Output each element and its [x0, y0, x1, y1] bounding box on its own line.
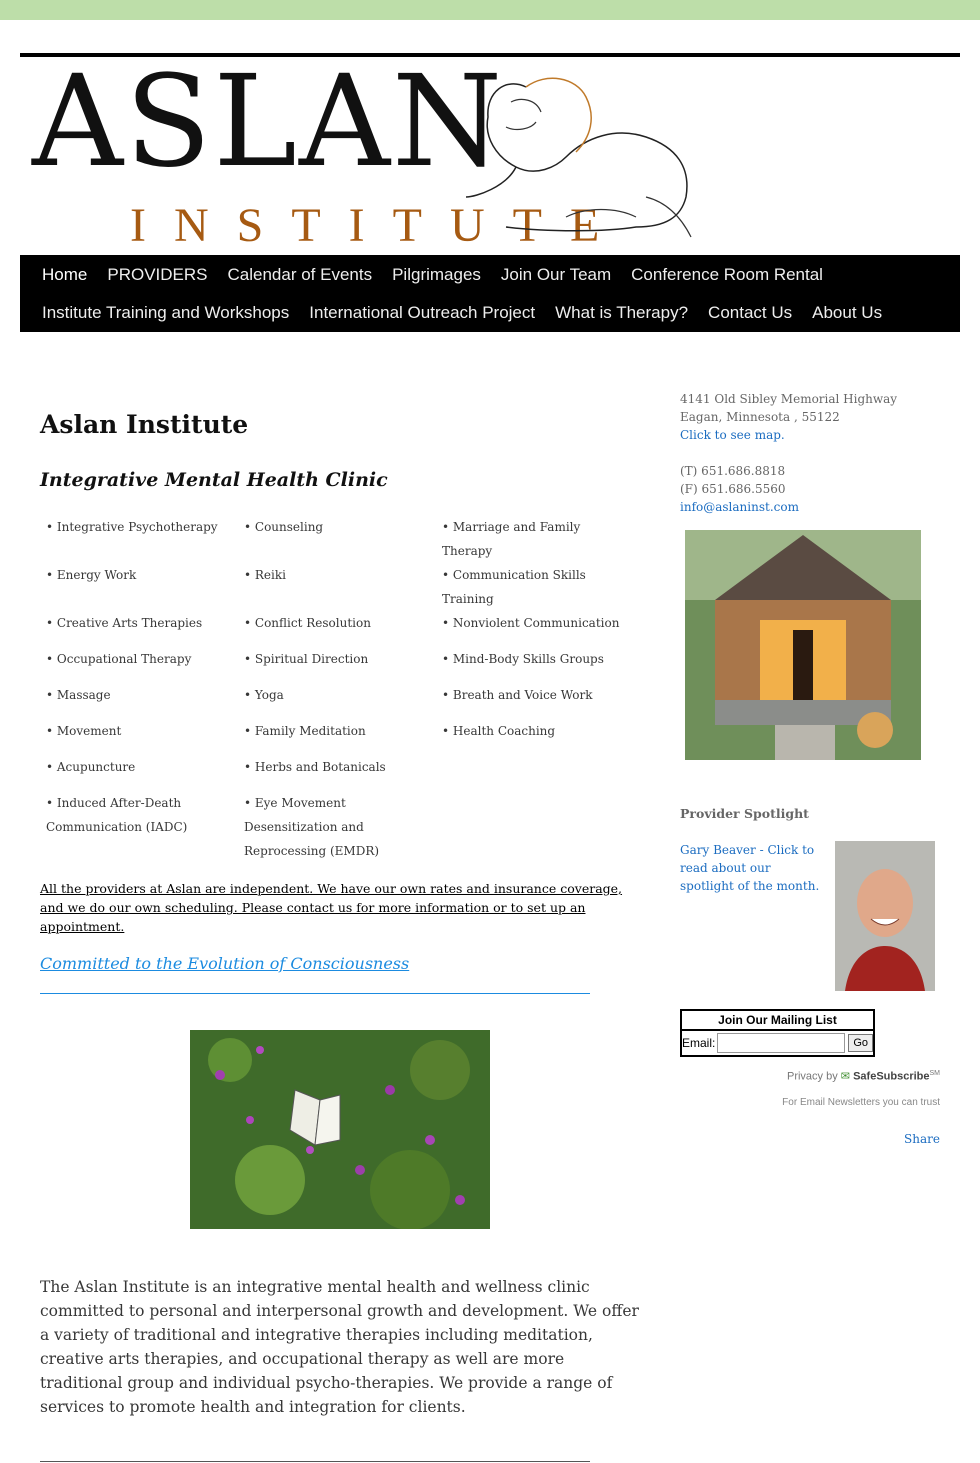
nav-contact[interactable]: Contact Us: [698, 293, 802, 331]
site-logo[interactable]: ASLAN INSTITUTE: [20, 57, 960, 255]
privacy-line[interactable]: Privacy by ✉ SafeSubscribeSM: [680, 1065, 940, 1086]
service-item: • Acupuncture: [46, 760, 136, 774]
service-item: • Mind-Body Skills Groups: [442, 652, 604, 666]
service-item: • Nonviolent Communication: [442, 616, 620, 630]
service-item: • Reiki: [244, 568, 286, 582]
email-input[interactable]: [717, 1033, 846, 1053]
service-item: • Marriage and Family Therapy: [442, 520, 581, 558]
main-content: Aslan Institute Integrative Mental Healt…: [40, 410, 640, 1462]
go-button[interactable]: Go: [848, 1034, 873, 1052]
nav-conference-room[interactable]: Conference Room Rental: [621, 255, 833, 293]
lion-icon: [466, 77, 692, 238]
intro-paragraph: The Aslan Institute is an integrative me…: [40, 1278, 639, 1416]
nav-calendar[interactable]: Calendar of Events: [218, 255, 383, 293]
service-item: • Counseling: [244, 520, 324, 534]
services-grid: • Integrative Psychotherapy • Counseling…: [40, 515, 640, 863]
address-line-1: 4141 Old Sibley Memorial Highway: [680, 392, 898, 406]
service-item: • Breath and Voice Work: [442, 688, 593, 702]
service-item: • Massage: [46, 688, 111, 702]
service-item: [436, 791, 634, 863]
logo-aslan-text: ASLAN: [32, 48, 505, 195]
service-mark: SM: [929, 1070, 941, 1077]
mailing-list-title: Join Our Mailing List: [682, 1011, 873, 1031]
sidebar: 4141 Old Sibley Memorial Highway Eagan, …: [680, 390, 940, 1148]
phone-number: (T) 651.686.8818: [680, 464, 786, 478]
provider-photo[interactable]: [835, 841, 935, 991]
service-item: [436, 755, 634, 791]
nav-providers[interactable]: PROVIDERS: [97, 255, 217, 293]
envelope-check-icon: ✉: [840, 1070, 851, 1083]
divider: [40, 993, 590, 994]
nav-about[interactable]: About Us: [802, 293, 892, 331]
service-item: • Spiritual Direction: [244, 652, 369, 666]
main-navigation: Home PROVIDERS Calendar of Events Pilgri…: [20, 255, 960, 332]
service-item: • Yoga: [244, 688, 284, 702]
service-item: • Creative Arts Therapies: [46, 616, 203, 630]
nav-training[interactable]: Institute Training and Workshops: [32, 293, 299, 331]
page-subtitle: Integrative Mental Health Clinic: [40, 469, 388, 491]
privacy-by-label: Privacy by: [786, 1070, 838, 1083]
service-item: • Induced After-Death Communication (IAD…: [46, 796, 188, 834]
page-title: Aslan Institute: [40, 410, 249, 439]
service-item: • Occupational Therapy: [46, 652, 192, 666]
service-item: • Conflict Resolution: [244, 616, 371, 630]
building-photo: [685, 530, 921, 760]
butterfly-photo: [190, 1030, 490, 1230]
service-item: • Communication Skills Training: [442, 568, 586, 606]
service-item: • Energy Work: [46, 568, 137, 582]
divider: [40, 1461, 590, 1462]
address-line-2: Eagan, Minnesota , 55122: [680, 410, 840, 424]
service-item: • Health Coaching: [442, 724, 556, 738]
fax-number: (F) 651.686.5560: [680, 482, 786, 496]
email-label: Email:: [682, 1036, 716, 1050]
service-item: • Movement: [46, 724, 122, 738]
email-link[interactable]: info@aslaninst.com: [680, 498, 940, 516]
nav-home[interactable]: Home: [32, 255, 97, 293]
nav-join-team[interactable]: Join Our Team: [491, 255, 621, 293]
nav-what-is-therapy[interactable]: What is Therapy?: [545, 293, 698, 331]
nav-pilgrimages[interactable]: Pilgrimages: [382, 255, 491, 293]
trust-note: For Email Newsletters you can trust: [782, 1096, 940, 1108]
independence-notice[interactable]: All the providers at Aslan are independe…: [40, 879, 640, 936]
service-item: • Herbs and Botanicals: [244, 760, 386, 774]
nav-outreach[interactable]: International Outreach Project: [299, 293, 545, 331]
provider-spotlight: Gary Beaver - Click to read about our sp…: [680, 841, 940, 991]
service-item: • Eye Movement Desensitization and Repro…: [244, 796, 380, 858]
mailing-list-form: Join Our Mailing List Email: Go: [680, 1009, 875, 1057]
page-header: ASLAN INSTITUTE Home PROVIDERS Calendar …: [20, 53, 960, 332]
service-item: • Family Meditation: [244, 724, 366, 738]
map-link[interactable]: Click to see map.: [680, 426, 940, 444]
safesubscribe-label: SafeSubscribe: [853, 1070, 930, 1083]
service-item: • Integrative Psychotherapy: [46, 520, 218, 534]
top-accent-bar: [0, 0, 980, 20]
spotlight-link[interactable]: Gary Beaver - Click to read about our sp…: [680, 841, 820, 895]
spotlight-heading: Provider Spotlight: [680, 806, 809, 821]
motto-link[interactable]: Committed to the Evolution of Consciousn…: [40, 954, 640, 973]
share-link[interactable]: Share: [680, 1130, 940, 1148]
